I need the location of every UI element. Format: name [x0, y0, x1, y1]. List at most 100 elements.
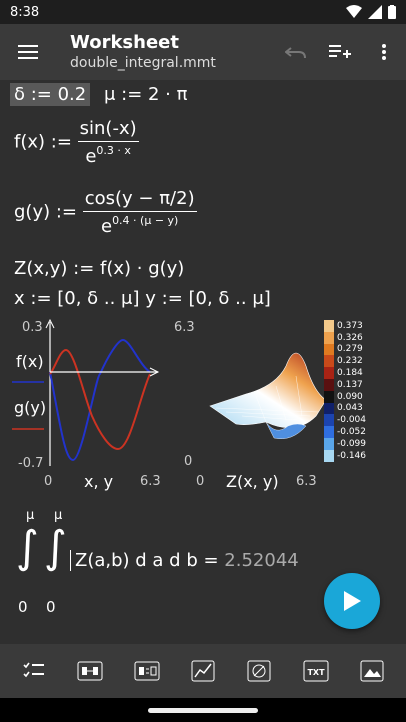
legend-entry: 0.279: [324, 343, 384, 356]
battery-icon: [388, 5, 396, 19]
legend-value: 0.279: [337, 344, 363, 355]
tool-plot[interactable]: [186, 654, 220, 688]
wifi-icon: [346, 5, 362, 18]
worksheet[interactable]: δ := 0.2 μ := 2 · π f(x) := sin(-x) e0.3…: [0, 80, 406, 644]
mu-def-text[interactable]: μ := 2 · π: [104, 84, 188, 105]
more-vert-icon: [382, 44, 386, 60]
f-numerator: sin(-x): [77, 118, 139, 142]
legend-swatch: [324, 320, 334, 332]
plot3d-label: Z(x, y): [226, 472, 279, 491]
integral-sign-1: ∫: [16, 522, 39, 573]
integral-result: 2.52044: [224, 550, 299, 571]
equation-icon: [134, 661, 160, 681]
legend-value: 0.090: [337, 391, 363, 402]
legend-value: 0.373: [337, 320, 363, 331]
playlist-add-icon: [329, 45, 351, 58]
app-bar: Worksheet double_integral.mmt: [0, 24, 406, 80]
legend-swatch: [324, 414, 334, 427]
legend-value: 0.043: [337, 403, 363, 414]
legend-value: 0.137: [337, 379, 363, 390]
tool-text[interactable]: TXT: [299, 654, 333, 688]
ranges-definition[interactable]: x := [0, δ .. μ] y := [0, δ .. μ]: [14, 288, 271, 309]
legend-entry: 0.232: [324, 355, 384, 368]
legend-entry: 0.137: [324, 378, 384, 391]
plot-3d[interactable]: 6.3 0 0 6.3 Z(x, y) 0.373 0.326 0.279 0.232…: [174, 316, 406, 496]
delta-definition[interactable]: δ := 0.2 μ := 2 · π: [10, 83, 188, 106]
signal-icon: [368, 5, 382, 19]
legend-value: 0.184: [337, 368, 363, 379]
legend-value: -0.052: [337, 427, 367, 438]
z-definition[interactable]: Z(x,y) := f(x) · g(y): [14, 258, 184, 279]
double-integral[interactable]: μ μ ∫ ∫ 0 0 Z(a,b) d a d b = 2.52044: [12, 508, 332, 620]
legend-entry: 0.373: [324, 320, 384, 332]
legend-value: 0.232: [337, 356, 363, 367]
range-icon: [77, 661, 103, 681]
plot3d-xmin-left: 0: [184, 454, 193, 469]
bottom-toolbar: TXT: [0, 644, 406, 698]
g-numerator: cos(y − π/2): [82, 188, 197, 212]
g-definition[interactable]: g(y) := cos(y − π/2) e0.4 · (μ − y): [14, 188, 197, 237]
f-lhs: f(x) :=: [14, 131, 72, 153]
legend-entry: 0.184: [324, 367, 384, 379]
play-icon: [344, 591, 361, 611]
status-icons: [346, 5, 396, 19]
menu-button[interactable]: [0, 24, 56, 80]
undo-icon: [285, 47, 306, 59]
f-fraction: sin(-x) e0.3 · x: [77, 118, 139, 167]
f-denominator: e0.3 · x: [85, 144, 131, 167]
tool-image[interactable]: [355, 654, 389, 688]
legend-entry: -0.052: [324, 426, 384, 438]
plot3d-xmax: 6.3: [296, 474, 317, 489]
legend-entry: -0.099: [324, 437, 384, 450]
legend-entry: -0.004: [324, 414, 384, 427]
integral-sign-2: ∫: [44, 522, 67, 573]
series-f-line: [49, 338, 151, 462]
g-fraction: cos(y − π/2) e0.4 · (μ − y): [82, 188, 197, 237]
undo-button[interactable]: [274, 24, 318, 80]
plot-2d[interactable]: 0.3 -0.7 0 6.3 x, y f(x) g(y): [0, 316, 200, 496]
legend-value: -0.099: [337, 438, 367, 449]
legend-value: 0.326: [337, 332, 363, 343]
g-lhs: g(y) :=: [14, 201, 77, 223]
txt-icon: TXT: [303, 660, 329, 682]
tool-range[interactable]: [73, 654, 107, 688]
legend-swatch: [324, 390, 334, 403]
legend-swatch: [324, 378, 334, 391]
legend-entry: -0.146: [324, 449, 384, 462]
f-definition[interactable]: f(x) := sin(-x) e0.3 · x: [14, 118, 139, 167]
legend-swatch: [324, 367, 334, 379]
legend-swatch: [324, 331, 334, 344]
plot3d-xmin: 0: [196, 474, 205, 489]
integral-lower-2: 0: [46, 598, 56, 616]
no-pen-icon: [247, 660, 271, 682]
plot3d-legend: 0.373 0.326 0.279 0.232 0.184 0.137 0.090 0.043…: [324, 320, 384, 462]
status-bar: 8:38: [0, 0, 406, 24]
legend-swatch: [324, 402, 334, 415]
hamburger-icon: [18, 45, 38, 59]
home-indicator[interactable]: [148, 708, 258, 713]
app-titles: Worksheet double_integral.mmt: [56, 32, 274, 72]
tool-checklist[interactable]: [17, 654, 51, 688]
overflow-menu-button[interactable]: [362, 24, 406, 80]
run-button[interactable]: [324, 573, 380, 629]
app-title: Worksheet: [70, 32, 179, 53]
image-icon: [360, 660, 384, 682]
g-denominator: e0.4 · (μ − y): [100, 214, 179, 237]
checklist-icon: [23, 662, 45, 678]
legend-entry: 0.043: [324, 402, 384, 415]
legend-value: -0.004: [337, 415, 367, 426]
tool-equation[interactable]: [130, 654, 164, 688]
legend-swatch: [324, 449, 334, 462]
delta-def-text[interactable]: δ := 0.2: [10, 83, 91, 106]
file-name: double_integral.mmt: [70, 55, 216, 71]
plot-icon: [191, 660, 215, 682]
plot2d-canvas: [12, 318, 160, 466]
legend-swatch: [324, 355, 334, 368]
add-line-button[interactable]: [318, 24, 362, 80]
series-g-line: [49, 348, 151, 451]
legend-value: -0.146: [337, 450, 367, 461]
tool-no-pen[interactable]: [242, 654, 276, 688]
plot3d-ymax: 6.3: [174, 320, 195, 335]
legend-swatch: [324, 426, 334, 438]
status-time: 8:38: [10, 4, 40, 20]
